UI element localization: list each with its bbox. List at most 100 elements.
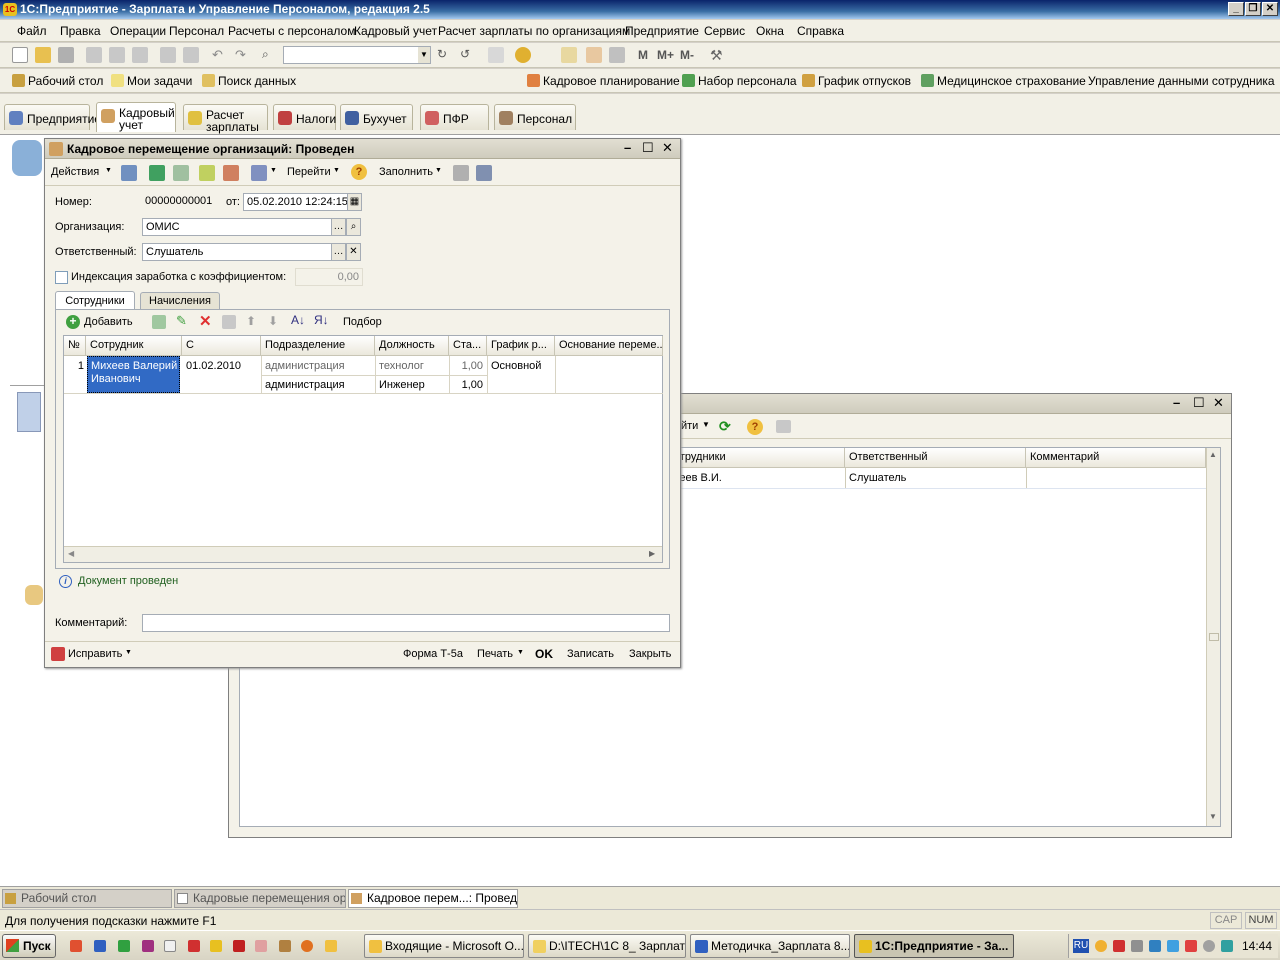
chevron-down-icon[interactable]: ▼ — [418, 47, 430, 63]
number-field[interactable]: 00000000001 — [142, 193, 222, 211]
print-menu[interactable]: Печать — [477, 648, 513, 660]
help-icon[interactable]: ? — [351, 164, 367, 180]
table-row[interactable]: 1 Михеев Валерий Иванович 01.02.2010 адм… — [64, 356, 663, 394]
responsible-field[interactable]: Слушатель — [142, 243, 332, 261]
add-button[interactable]: Добавить — [84, 316, 133, 328]
post-icon[interactable] — [199, 165, 215, 181]
unpost-icon[interactable] — [223, 165, 239, 181]
menu-help[interactable]: Справка — [797, 24, 844, 38]
quicklaunch-onenote-icon[interactable] — [142, 940, 154, 952]
help-icon[interactable]: ? — [747, 419, 763, 435]
quicklaunch-outlook-icon[interactable] — [70, 940, 82, 952]
list-settings-icon[interactable] — [476, 165, 492, 181]
tray-clock-icon[interactable] — [1095, 940, 1107, 952]
minimize-button[interactable]: _ — [1228, 2, 1244, 16]
col-schedule[interactable]: График р... — [487, 336, 555, 356]
menu-edit[interactable]: Правка — [60, 24, 101, 38]
section-accounting[interactable]: Бухучет — [340, 104, 413, 130]
col-department[interactable]: Подразделение — [261, 336, 375, 356]
add-icon[interactable]: + — [66, 315, 80, 329]
org-select-button[interactable]: … — [331, 218, 346, 236]
fill-menu[interactable]: Заполнить — [379, 166, 433, 178]
employee-data-button[interactable]: Управление данными сотрудника — [1088, 74, 1275, 88]
section-hr[interactable]: Кадровый учет — [96, 102, 176, 132]
list-scrollbar[interactable]: ▲ ▼ — [1206, 448, 1220, 826]
scroll-thumb[interactable] — [1209, 633, 1219, 641]
menu-personnel[interactable]: Персонал — [169, 24, 224, 38]
list-cell-responsible[interactable]: Слушатель — [845, 472, 906, 484]
desktop-document-icon[interactable] — [17, 392, 41, 432]
paste-icon[interactable] — [132, 47, 148, 63]
col-rate[interactable]: Ста... — [449, 336, 487, 356]
section-enterprise[interactable]: Предприятие — [4, 104, 101, 130]
list-goto-menu[interactable]: йти — [681, 420, 698, 432]
new-icon[interactable] — [12, 47, 28, 63]
copy-row-icon[interactable] — [152, 315, 166, 329]
move-up-icon[interactable]: ⬆ — [246, 314, 256, 328]
doc-close-button[interactable]: ✕ — [662, 140, 673, 156]
from-date-cell[interactable]: 01.02.2010 — [182, 360, 241, 372]
tab-accruals[interactable]: Начисления — [140, 292, 220, 310]
doc-maximize-button[interactable]: ☐ — [642, 140, 654, 156]
move-down-icon[interactable]: ⬇ — [268, 314, 278, 328]
recruiting-button[interactable]: Набор персонала — [682, 74, 797, 88]
redo-icon[interactable]: ↷ — [235, 47, 251, 63]
desktop-hr-icon[interactable] — [12, 140, 42, 176]
tray-app-icon[interactable] — [1167, 940, 1179, 952]
task-word[interactable]: Методичка_Зарплата 8... — [690, 934, 850, 958]
rate-new-cell[interactable]: 1,00 — [449, 379, 483, 391]
section-payroll[interactable]: Расчет зарплаты — [183, 104, 268, 133]
structure-icon[interactable] — [453, 165, 469, 181]
edit-icon[interactable]: ✎ — [176, 313, 187, 329]
open-icon[interactable] — [35, 47, 51, 63]
position-new-cell[interactable]: Инженер — [375, 379, 425, 391]
col-reason[interactable]: Основание переме... — [555, 336, 663, 356]
quicklaunch-powerpoint-icon[interactable] — [188, 940, 200, 952]
menu-payroll[interactable]: Расчет зарплаты по организациям — [438, 24, 630, 38]
scroll-right-icon[interactable]: ▶ — [649, 549, 655, 558]
quicklaunch-word-icon[interactable] — [94, 940, 106, 952]
quicklaunch-tool-icon[interactable] — [279, 940, 291, 952]
doc-minimize-button[interactable]: – — [624, 140, 631, 155]
schedule-cell[interactable]: Основной — [487, 360, 541, 372]
quicklaunch-opera-icon[interactable] — [233, 940, 245, 952]
list-col-responsible[interactable]: Ответственный — [845, 448, 1026, 468]
end-edit-icon[interactable] — [222, 315, 236, 329]
copy-doc-icon[interactable] — [173, 165, 189, 181]
desktop-coins-icon[interactable] — [25, 585, 43, 605]
desktop-button[interactable]: Рабочий стол — [12, 74, 103, 88]
magnifier-icon[interactable]: ⌕ — [346, 218, 361, 236]
print-icon[interactable] — [776, 420, 791, 433]
dept-new-cell[interactable]: администрация — [261, 379, 345, 391]
index-coefficient-field[interactable]: 0,00 — [295, 268, 363, 286]
table-hscrollbar[interactable]: ◀ ▶ — [64, 546, 662, 562]
delete-icon[interactable]: ✕ — [199, 312, 212, 330]
col-number[interactable]: № — [64, 336, 86, 356]
tab-employees[interactable]: Сотрудники — [55, 291, 135, 310]
quicklaunch-excel-icon[interactable] — [118, 940, 130, 952]
goto-menu[interactable]: Перейти — [287, 166, 331, 178]
find-prev-icon[interactable]: ↺ — [460, 47, 476, 63]
keyboard-icon[interactable] — [609, 47, 625, 63]
section-pfr[interactable]: ПФР — [420, 104, 489, 130]
find-next-icon[interactable]: ↻ — [437, 47, 453, 63]
close-button[interactable]: ✕ — [1262, 2, 1278, 16]
quicklaunch-clock-icon[interactable] — [325, 940, 337, 952]
copy-icon[interactable] — [109, 47, 125, 63]
tray-disk-icon[interactable] — [1203, 940, 1215, 952]
tools-icon[interactable]: ⚒ — [710, 47, 726, 63]
language-indicator[interactable]: RU — [1073, 939, 1089, 953]
col-employee[interactable]: Сотрудник — [86, 336, 182, 356]
menu-file[interactable]: Файл — [17, 24, 47, 38]
window-tab-document[interactable]: Кадровое перем...: Проведен — [348, 889, 518, 908]
quicklaunch-firefox-icon[interactable] — [301, 940, 313, 952]
cut-icon[interactable] — [86, 47, 102, 63]
index-checkbox[interactable] — [55, 271, 68, 284]
task-1c[interactable]: 1С:Предприятие - За... — [854, 934, 1014, 958]
menu-enterprise[interactable]: Предприятие — [625, 24, 699, 38]
search-input[interactable] — [283, 46, 431, 64]
tray-volume-icon[interactable] — [1131, 940, 1143, 952]
refresh-icon[interactable]: ⟳ — [719, 418, 731, 435]
list-maximize-button[interactable]: ☐ — [1193, 395, 1205, 411]
tray-network-icon[interactable] — [1149, 940, 1161, 952]
